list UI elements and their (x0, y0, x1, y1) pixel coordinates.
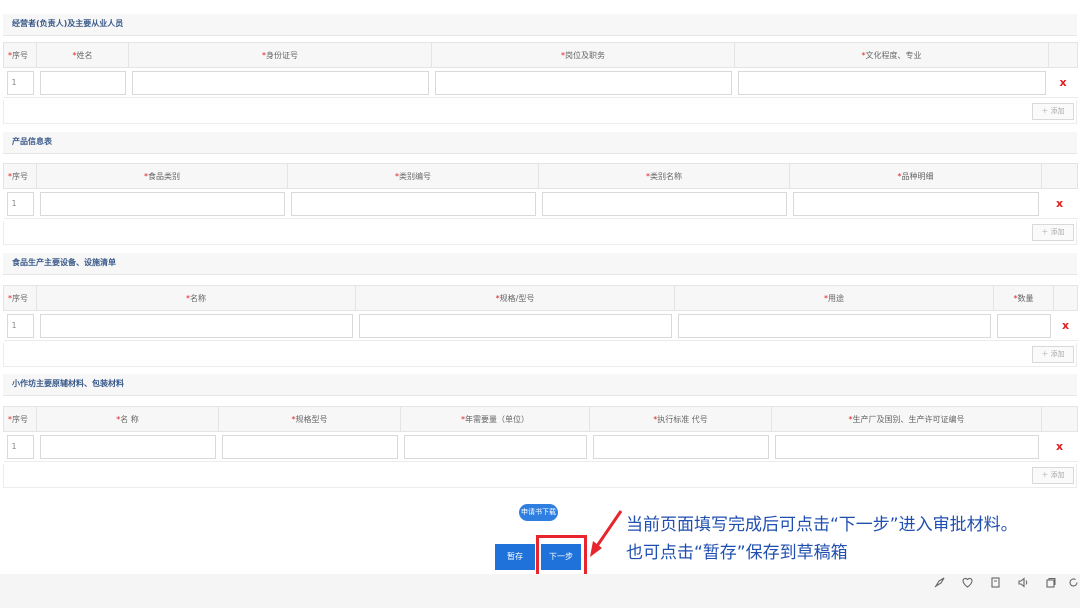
delete-row-icon[interactable]: x (1059, 319, 1073, 332)
heart-icon[interactable] (960, 576, 974, 590)
section-products: 产品信息表 (3, 132, 1077, 154)
col-header: *类别编号 (287, 163, 539, 189)
col-header: *规格型号 (218, 406, 401, 432)
section-staff: 经营者(负责人)及主要从业人员 (3, 14, 1077, 36)
table-row: 1 x (3, 67, 1078, 98)
products-table: *序号 *食品类别 *类别编号 *类别名称 *品种明细 1 x (3, 163, 1078, 219)
section-title: 小作坊主要原辅材料、包装材料 (3, 374, 1077, 396)
col-header: *执行标准 代号 (589, 406, 772, 432)
col-header: *生产厂及国别、生产许可证编号 (771, 406, 1042, 432)
col-header: *身份证号 (128, 42, 432, 68)
section-materials: 小作坊主要原辅材料、包装材料 (3, 374, 1077, 396)
spec-model-field[interactable] (221, 434, 398, 459)
col-header: *序号 (3, 285, 37, 311)
col-header: *序号 (3, 42, 37, 68)
add-row-button[interactable]: ＋ 添加 (1032, 467, 1074, 484)
col-header: *类别名称 (538, 163, 790, 189)
name-field[interactable] (39, 70, 126, 95)
row-index-field[interactable]: 1 (6, 434, 34, 459)
bottom-toolbar (0, 574, 1080, 608)
add-row-bar: ＋ 添加 (3, 464, 1077, 488)
col-header: *名称 (36, 285, 356, 311)
table-header-row: *序号 *名称 *规格/型号 *用途 *数量 (3, 285, 1078, 311)
material-name-field[interactable] (39, 434, 216, 459)
table-header-row: *序号 *姓名 *身份证号 *岗位及职务 *文化程度、专业 (3, 42, 1078, 68)
section-equipment: 食品生产主要设备、设施清单 (3, 253, 1077, 275)
section-title: 食品生产主要设备、设施清单 (3, 253, 1077, 275)
manufacturer-license-field[interactable] (774, 434, 1039, 459)
equipment-name-field[interactable] (39, 313, 353, 338)
table-header-row: *序号 *食品类别 *类别编号 *类别名称 *品种明细 (3, 163, 1078, 189)
copy-icon[interactable] (1043, 576, 1057, 590)
table-row: 1 x (3, 431, 1078, 462)
col-header: *姓名 (36, 42, 129, 68)
col-header: *序号 (3, 406, 37, 432)
add-row-button[interactable]: ＋ 添加 (1032, 103, 1074, 120)
instruction-note-line2: 也可点击“暂存”保存到草稿箱 (626, 543, 848, 563)
materials-table: *序号 *名 称 *规格型号 *年需要量（单位） *执行标准 代号 *生产厂及国… (3, 406, 1078, 462)
staff-table: *序号 *姓名 *身份证号 *岗位及职务 *文化程度、专业 1 x (3, 42, 1078, 98)
annual-demand-field[interactable] (403, 434, 587, 459)
col-header-blank (1041, 406, 1078, 432)
category-name-field[interactable] (541, 191, 787, 216)
add-row-bar: ＋ 添加 (3, 100, 1077, 124)
table-row: 1 x (3, 310, 1078, 341)
add-row-button[interactable]: ＋ 添加 (1032, 224, 1074, 241)
position-field[interactable] (434, 70, 732, 95)
col-header: *数量 (993, 285, 1054, 311)
document-icon[interactable] (988, 576, 1002, 590)
table-header-row: *序号 *名 称 *规格型号 *年需要量（单位） *执行标准 代号 *生产厂及国… (3, 406, 1078, 432)
col-header: *名 称 (36, 406, 219, 432)
delete-row-icon[interactable]: x (1053, 440, 1067, 453)
id-number-field[interactable] (131, 70, 429, 95)
usage-field[interactable] (677, 313, 991, 338)
section-title: 经营者(负责人)及主要从业人员 (3, 14, 1077, 36)
spec-model-field[interactable] (358, 313, 672, 338)
instruction-note-line1: 当前页面填写完成后可点击“下一步”进入审批材料。 (626, 515, 1018, 535)
row-index-field[interactable]: 1 (6, 70, 34, 95)
row-index-field[interactable]: 1 (6, 313, 34, 338)
col-header: *食品类别 (36, 163, 288, 189)
quantity-field[interactable] (996, 313, 1051, 338)
education-field[interactable] (737, 70, 1046, 95)
download-application-button[interactable]: 申请书下载 (519, 504, 558, 521)
variety-detail-field[interactable] (792, 191, 1039, 216)
delete-row-icon[interactable]: x (1053, 197, 1067, 210)
rocket-icon[interactable] (932, 576, 946, 590)
food-category-field[interactable] (39, 191, 285, 216)
col-header: *年需要量（单位） (400, 406, 590, 432)
delete-row-icon[interactable]: x (1056, 76, 1070, 89)
add-row-bar: ＋ 添加 (3, 343, 1077, 367)
col-header: *用途 (674, 285, 994, 311)
equipment-table: *序号 *名称 *规格/型号 *用途 *数量 1 x (3, 285, 1078, 341)
standard-code-field[interactable] (592, 434, 769, 459)
col-header: *序号 (3, 163, 37, 189)
arrow-icon (590, 510, 623, 557)
save-draft-button[interactable]: 暂存 (495, 544, 535, 570)
col-header-blank (1053, 285, 1078, 311)
add-row-button[interactable]: ＋ 添加 (1032, 346, 1074, 363)
row-index-field[interactable]: 1 (6, 191, 34, 216)
refresh-icon[interactable] (1066, 576, 1080, 590)
col-header: *文化程度、专业 (734, 42, 1049, 68)
col-header: *品种明细 (789, 163, 1042, 189)
col-header: *岗位及职务 (431, 42, 735, 68)
speaker-icon[interactable] (1016, 576, 1030, 590)
col-header: *规格/型号 (355, 285, 675, 311)
table-row: 1 x (3, 188, 1078, 219)
category-code-field[interactable] (290, 191, 536, 216)
section-title: 产品信息表 (3, 132, 1077, 154)
col-header-blank (1041, 163, 1078, 189)
col-header-blank (1048, 42, 1078, 68)
add-row-bar: ＋ 添加 (3, 221, 1077, 245)
